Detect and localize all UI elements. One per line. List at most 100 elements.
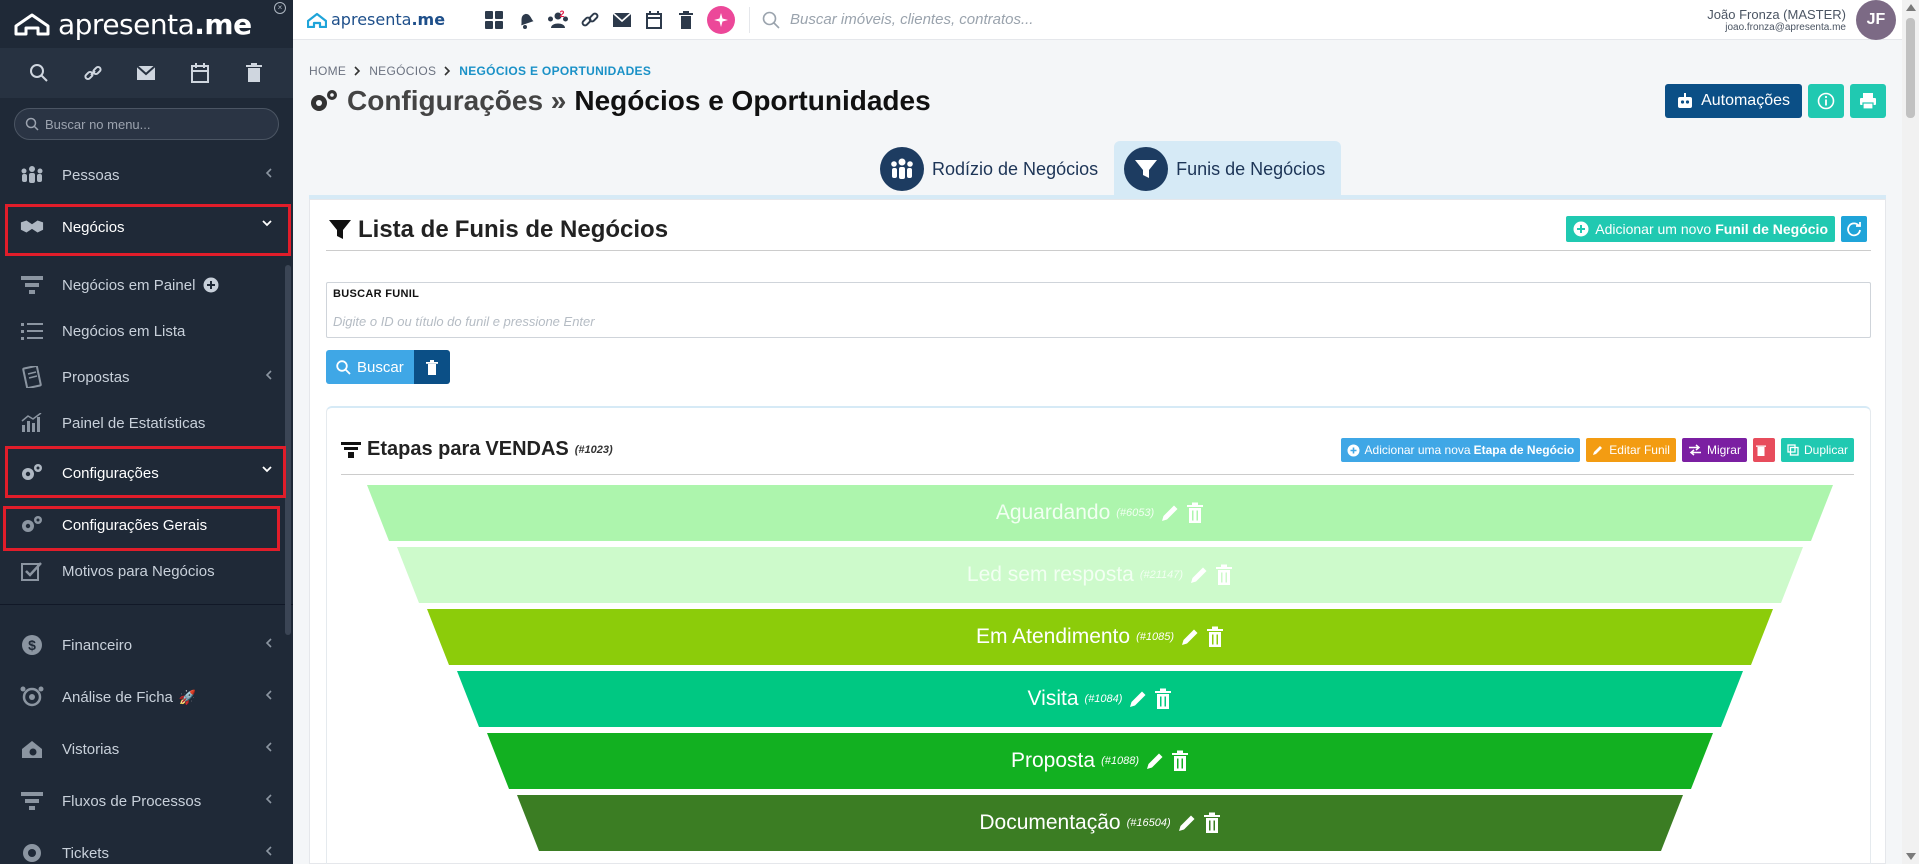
add-stage-button[interactable]: Adicionar uma nova Etapa de Negócio: [1340, 438, 1581, 462]
add-funnel-button[interactable]: Adicionar um novo Funil de Negócio: [1566, 216, 1835, 242]
sidebar-item-configuracoes-gerais[interactable]: Configurações Gerais: [0, 502, 293, 548]
trash-icon[interactable]: [1171, 750, 1189, 772]
funnel-stage[interactable]: Led sem resposta (#21147): [397, 547, 1803, 603]
grid-icon[interactable]: [483, 9, 505, 31]
trash-icon[interactable]: [1215, 564, 1233, 586]
pencil-icon[interactable]: [1189, 565, 1209, 585]
automations-button[interactable]: Automações: [1665, 84, 1802, 118]
scroll-up-arrow[interactable]: [1906, 4, 1916, 11]
funnel-stage[interactable]: Em Atendimento (#1085): [427, 609, 1773, 665]
funnel-stage[interactable]: Aguardando (#6053): [367, 485, 1833, 541]
team-icon[interactable]: 2: [547, 9, 569, 31]
bell-icon[interactable]: [515, 9, 537, 31]
collapse-icon[interactable]: ×: [274, 2, 286, 14]
tab-funis[interactable]: Funis de Negócios: [1114, 141, 1342, 197]
sidebar-item-analise[interactable]: Análise de Ficha 🚀: [0, 674, 293, 720]
avatar[interactable]: JF: [1856, 0, 1896, 40]
sidebar-item-estatisticas[interactable]: Painel de Estatísticas: [0, 400, 293, 446]
divider: [326, 250, 1871, 251]
sidebar-search: Buscar no menu...: [0, 98, 293, 150]
page-scrollbar[interactable]: [1902, 0, 1919, 864]
breadcrumb-section[interactable]: NEGÓCIOS: [369, 64, 436, 78]
sidebar-item-pessoas[interactable]: Pessoas: [0, 152, 293, 198]
print-icon: [1860, 93, 1876, 110]
funnel-list-title: Lista de Funis de Negócios: [328, 216, 668, 244]
user-name: João Fronza (MASTER): [1707, 7, 1846, 22]
edit-funnel-button[interactable]: Editar Funil: [1586, 438, 1676, 462]
sidebar-item-label: Financeiro: [62, 636, 133, 654]
user-menu[interactable]: João Fronza (MASTER) joao.fronza@apresen…: [1707, 0, 1896, 40]
pencil-icon[interactable]: [1160, 503, 1180, 523]
assistant-icon[interactable]: [707, 5, 736, 34]
search-button[interactable]: Buscar: [326, 350, 414, 384]
add-circle-icon: [1573, 221, 1589, 237]
calendar-icon[interactable]: [643, 9, 665, 31]
chevron-left-icon: [265, 370, 272, 380]
trash-icon: [425, 359, 438, 375]
trash-icon[interactable]: [1206, 626, 1224, 648]
sidebar-item-vistorias[interactable]: Vistorias: [0, 726, 293, 772]
search-icon: [336, 359, 351, 375]
sidebar-item-motivos[interactable]: Motivos para Negócios: [0, 548, 293, 594]
sidebar-item-label: Tickets: [62, 844, 109, 862]
sidebar-item-negocios-lista[interactable]: Negócios em Lista: [0, 308, 293, 354]
page-title: Configurações » Negócios e Oportunidades: [309, 85, 931, 117]
add-circle-icon: [1347, 444, 1360, 456]
calendar-icon[interactable]: [188, 61, 212, 85]
funnel-list-title-main: Funis de Negócios: [454, 216, 669, 243]
trash-icon[interactable]: [1154, 688, 1172, 710]
chevron-left-icon: [265, 846, 272, 856]
funnel-stage[interactable]: Visita (#1084): [457, 671, 1743, 727]
tab-label: Funis de Negócios: [1176, 158, 1326, 179]
clear-search-button[interactable]: [413, 350, 450, 384]
pencil-icon[interactable]: [1180, 627, 1200, 647]
breadcrumb: HOME NEGÓCIOS NEGÓCIOS E OPORTUNIDADES: [309, 64, 651, 78]
sidebar-search-input[interactable]: Buscar no menu...: [14, 108, 279, 140]
mail-icon[interactable]: [611, 9, 633, 31]
topbar-logo[interactable]: apresenta.me: [307, 10, 445, 29]
funnel-search-input[interactable]: [333, 311, 1863, 331]
tab-rodizio[interactable]: Rodízio de Negócios: [870, 141, 1114, 197]
link-icon[interactable]: [579, 9, 601, 31]
refresh-button[interactable]: [1841, 216, 1867, 242]
info-button[interactable]: [1808, 84, 1844, 118]
breadcrumb-home[interactable]: HOME: [309, 64, 346, 78]
duplicate-button[interactable]: Duplicar: [1780, 438, 1854, 462]
sidebar-item-propostas[interactable]: Propostas: [0, 354, 293, 400]
trash-icon[interactable]: [242, 61, 266, 85]
funnel-icon: [20, 273, 44, 297]
pencil-icon[interactable]: [1177, 813, 1197, 833]
global-search-input[interactable]: Buscar imóveis, clientes, contratos...: [762, 11, 1033, 29]
add-circle-icon[interactable]: [203, 277, 219, 293]
pencil-icon[interactable]: [1128, 689, 1148, 709]
funnel-stage[interactable]: Documentação (#16504): [517, 795, 1683, 851]
mail-icon[interactable]: [134, 61, 158, 85]
migrate-button[interactable]: Migrar: [1681, 438, 1747, 462]
flow-icon: [20, 789, 44, 813]
delete-funnel-button[interactable]: [1752, 438, 1775, 462]
sidebar-item-configuracoes[interactable]: Configurações: [0, 450, 293, 496]
sidebar-scrollbar[interactable]: [285, 265, 291, 635]
sidebar-item-negocios-painel[interactable]: Negócios em Painel: [0, 262, 293, 308]
scroll-thumb[interactable]: [1906, 18, 1915, 118]
trash-icon[interactable]: [1186, 502, 1204, 524]
link-icon[interactable]: [81, 61, 105, 85]
funnel-stage[interactable]: Proposta (#1088): [487, 733, 1713, 789]
print-button[interactable]: [1850, 84, 1886, 118]
funnel-icon: [1124, 147, 1169, 191]
sidebar-item-negocios[interactable]: Negócios: [0, 204, 293, 250]
sidebar-item-label: Negócios em Lista: [62, 322, 186, 340]
info-icon: [1817, 92, 1835, 110]
sidebar-logo[interactable]: apresenta.me ×: [0, 0, 293, 48]
topbar: apresenta.me 2 Buscar imóveis, clientes,…: [293, 0, 1902, 40]
sidebar-item-fluxos[interactable]: Fluxos de Processos: [0, 778, 293, 824]
analysis-icon: [20, 685, 44, 709]
pencil-icon[interactable]: [1145, 751, 1165, 771]
trash-icon[interactable]: [1203, 812, 1221, 834]
automations-label: Automações: [1701, 92, 1790, 109]
sidebar-item-tickets[interactable]: Tickets: [0, 830, 293, 864]
trash-icon[interactable]: [675, 9, 697, 31]
sidebar-item-financeiro[interactable]: $ Financeiro: [0, 622, 293, 668]
search-icon[interactable]: [27, 61, 51, 85]
scroll-down-arrow[interactable]: [1906, 853, 1916, 860]
